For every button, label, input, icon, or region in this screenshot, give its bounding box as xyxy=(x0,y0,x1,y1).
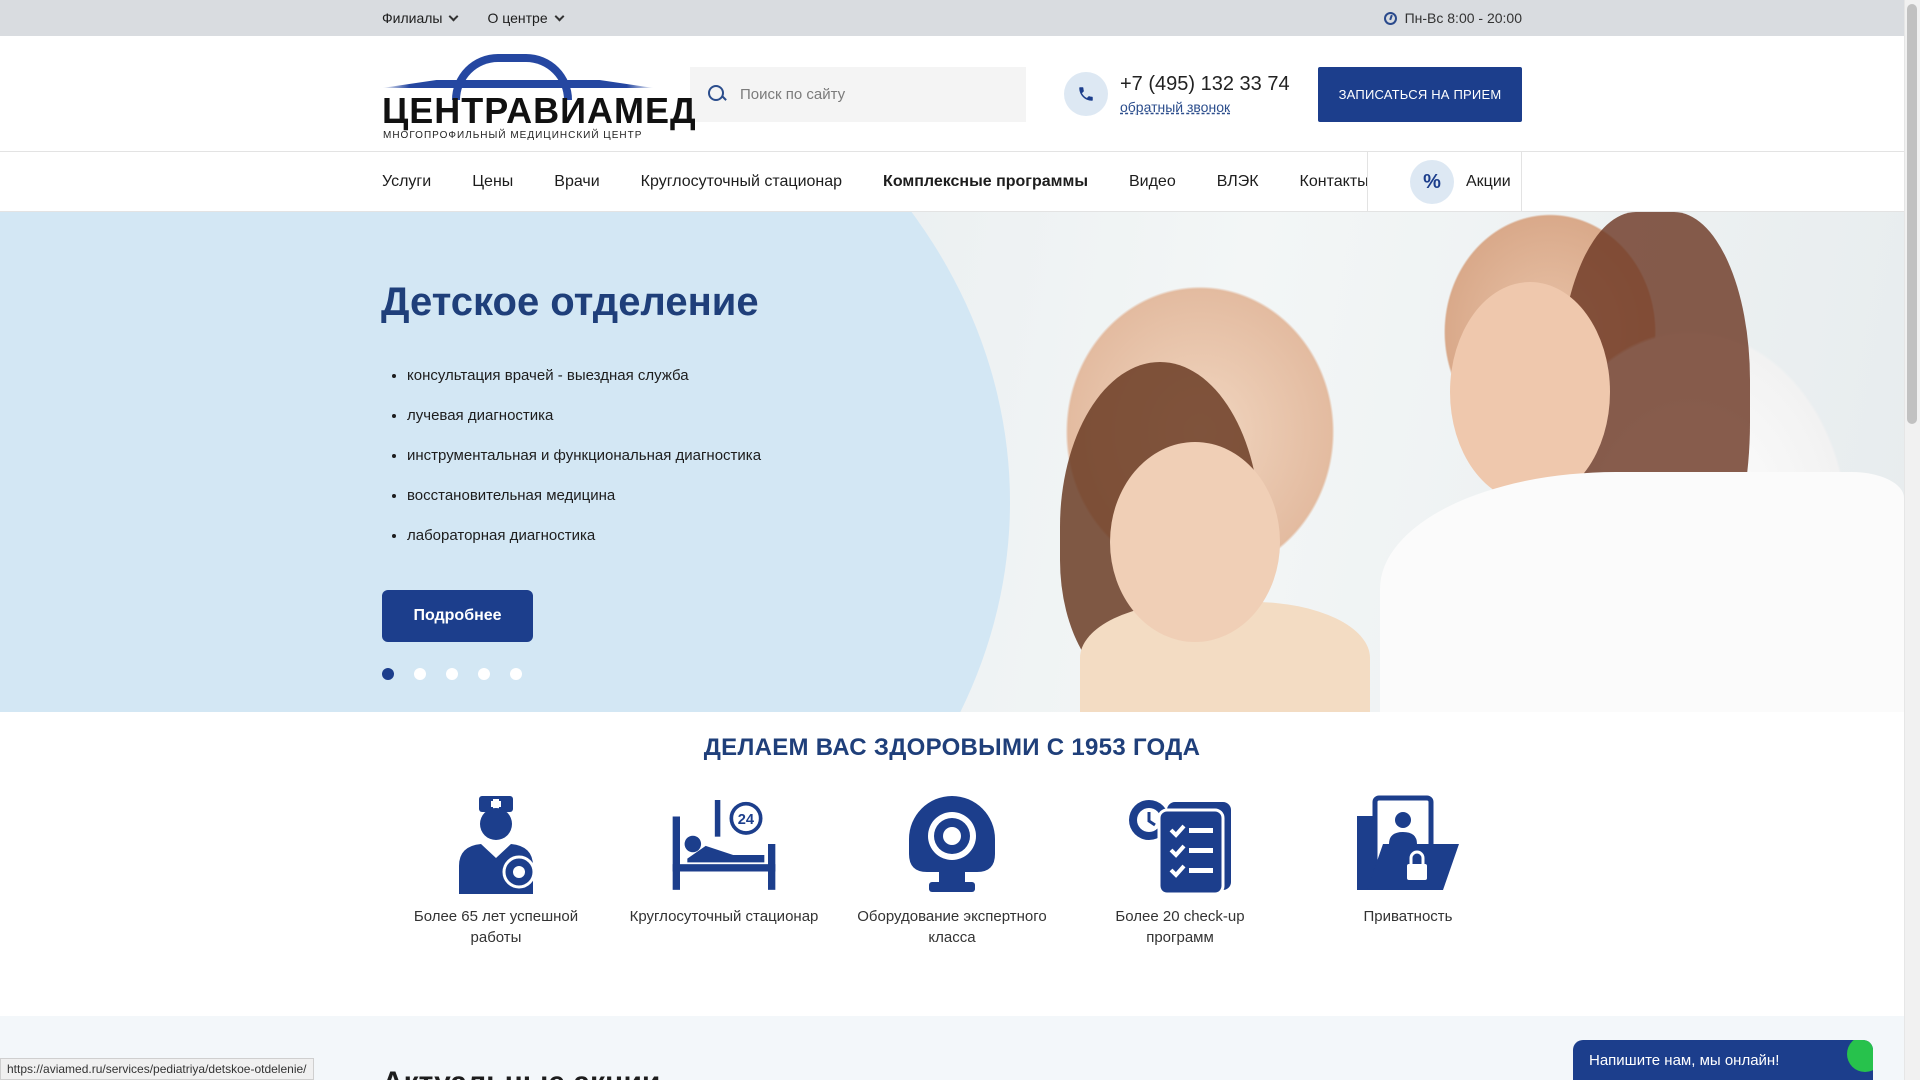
logo-name: ЦЕНТРАВИАМЕД xyxy=(382,90,697,131)
appointment-button[interactable]: ЗАПИСАТЬСЯ НА ПРИЕМ xyxy=(1318,66,1522,122)
hospital-bed-24-icon: 24 xyxy=(669,794,779,894)
slider-dot-2[interactable] xyxy=(414,668,426,680)
nav-item-vlek[interactable]: ВЛЭК xyxy=(1217,173,1259,191)
hours-text: Пн-Вс 8:00 - 20:00 xyxy=(1404,10,1522,26)
hero-image-detail xyxy=(1380,472,1904,712)
nav-divider xyxy=(1521,152,1522,212)
feature-item: Приватность xyxy=(1294,794,1522,948)
hero-slider: Детское отделение консультация врачей - … xyxy=(0,212,1904,712)
slider-dot-1[interactable] xyxy=(382,668,394,680)
header: ЦЕНТРАВИАМЕД МНОГОПРОФИЛЬНЫЙ МЕДИЦИНСКИЙ… xyxy=(0,36,1904,152)
chat-widget[interactable]: Напишите нам, мы онлайн! xyxy=(1573,1040,1873,1080)
chat-label: Напишите нам, мы онлайн! xyxy=(1589,1052,1780,1069)
nav-item-prices[interactable]: Цены xyxy=(472,173,513,191)
promotions-label: Акции xyxy=(1466,173,1511,190)
doctor-icon xyxy=(441,794,551,894)
feature-label: Оборудование экспертного класса xyxy=(857,908,1047,946)
slider-dot-4[interactable] xyxy=(478,668,490,680)
search-input[interactable] xyxy=(740,85,1000,103)
more-button[interactable]: Подробнее xyxy=(382,590,533,642)
feature-item: Оборудование экспертного класса xyxy=(838,794,1066,948)
list-item: консультация врачей - выездная служба xyxy=(407,366,847,386)
slider-dot-3[interactable] xyxy=(446,668,458,680)
feature-label: Круглосуточный стационар xyxy=(629,908,819,925)
list-item: инструментальная и функциональная диагно… xyxy=(407,446,847,466)
feature-item: Более 20 check-up программ xyxy=(1066,794,1294,948)
search-icon[interactable] xyxy=(708,85,726,103)
nav-item-hospital[interactable]: Круглосуточный стационар xyxy=(641,173,842,191)
features: Более 65 лет успешной работы 24 Круглосу… xyxy=(382,794,1522,948)
scrollbar[interactable] xyxy=(1904,0,1920,1080)
phone-number[interactable]: +7 (495) 132 33 74 xyxy=(1120,73,1290,96)
scrollbar-thumb[interactable] xyxy=(1907,4,1917,424)
branches-label: Филиалы xyxy=(382,10,443,26)
feature-item: Более 65 лет успешной работы xyxy=(382,794,610,948)
mri-scanner-icon xyxy=(897,794,1007,894)
chevron-down-icon xyxy=(449,11,459,21)
section-heading: Актуальные акции xyxy=(382,1066,660,1080)
branches-dropdown[interactable]: Филиалы xyxy=(382,10,459,26)
chevron-down-icon xyxy=(554,11,565,21)
main-nav: Услуги Цены Врачи Круглосуточный стацион… xyxy=(0,152,1904,212)
logo-wing xyxy=(382,80,654,88)
hero-image-detail xyxy=(1450,282,1610,502)
slider-dots xyxy=(382,668,522,680)
nav-item-services[interactable]: Услуги xyxy=(382,173,431,191)
logo-subtitle: МНОГОПРОФИЛЬНЫЙ МЕДИЦИНСКИЙ ЦЕНТР xyxy=(383,130,643,141)
nav-divider xyxy=(1367,152,1368,212)
hero-list: консультация врачей - выездная служба лу… xyxy=(407,366,847,566)
page: Филиалы О центре Пн-Вс 8:00 - 20:00 ЦЕНТ… xyxy=(0,0,1904,1080)
percent-icon: % xyxy=(1410,160,1454,204)
nav-item-programs[interactable]: Комплексные программы xyxy=(883,173,1088,191)
svg-text:24: 24 xyxy=(738,812,755,828)
hero-image-detail xyxy=(1110,442,1280,642)
working-hours: Пн-Вс 8:00 - 20:00 xyxy=(1383,10,1522,26)
clock-icon xyxy=(1383,11,1397,25)
slider-dot-5[interactable] xyxy=(510,668,522,680)
nav-item-contacts[interactable]: Контакты xyxy=(1300,173,1369,191)
nav-item-video[interactable]: Видео xyxy=(1129,173,1176,191)
feature-label: Более 65 лет успешной работы xyxy=(413,908,579,946)
hero-title: Детское отделение xyxy=(381,280,759,324)
list-item: восстановительная медицина xyxy=(407,486,847,506)
top-bar: Филиалы О центре Пн-Вс 8:00 - 20:00 xyxy=(0,0,1904,36)
about-label: О центре xyxy=(487,10,548,26)
nav-item-doctors[interactable]: Врачи xyxy=(554,173,599,191)
slogan: ДЕЛАЕМ ВАС ЗДОРОВЫМИ С 1953 ГОДА xyxy=(703,734,1201,761)
online-indicator xyxy=(1847,1040,1873,1072)
phone-icon xyxy=(1064,72,1108,116)
phone-block: +7 (495) 132 33 74 обратный звонок xyxy=(1064,72,1290,116)
list-item: лучевая диагностика xyxy=(407,406,847,426)
promotions-link[interactable]: % Акции xyxy=(1410,160,1511,204)
feature-label: Приватность xyxy=(1363,908,1453,925)
checklist-icon xyxy=(1125,794,1235,894)
feature-label: Более 20 check-up программ xyxy=(1115,908,1245,946)
status-bar-url: https://aviamed.ru/services/pediatriya/d… xyxy=(0,1058,314,1080)
list-item: лабораторная диагностика xyxy=(407,526,847,546)
callback-link[interactable]: обратный звонок xyxy=(1120,99,1290,115)
search-box xyxy=(690,66,1026,122)
about-dropdown[interactable]: О центре xyxy=(487,10,565,26)
logo[interactable]: ЦЕНТРАВИАМЕД МНОГОПРОФИЛЬНЫЙ МЕДИЦИНСКИЙ… xyxy=(382,46,696,142)
feature-item: 24 Круглосуточный стационар xyxy=(610,794,838,948)
privacy-folder-icon xyxy=(1353,794,1463,894)
